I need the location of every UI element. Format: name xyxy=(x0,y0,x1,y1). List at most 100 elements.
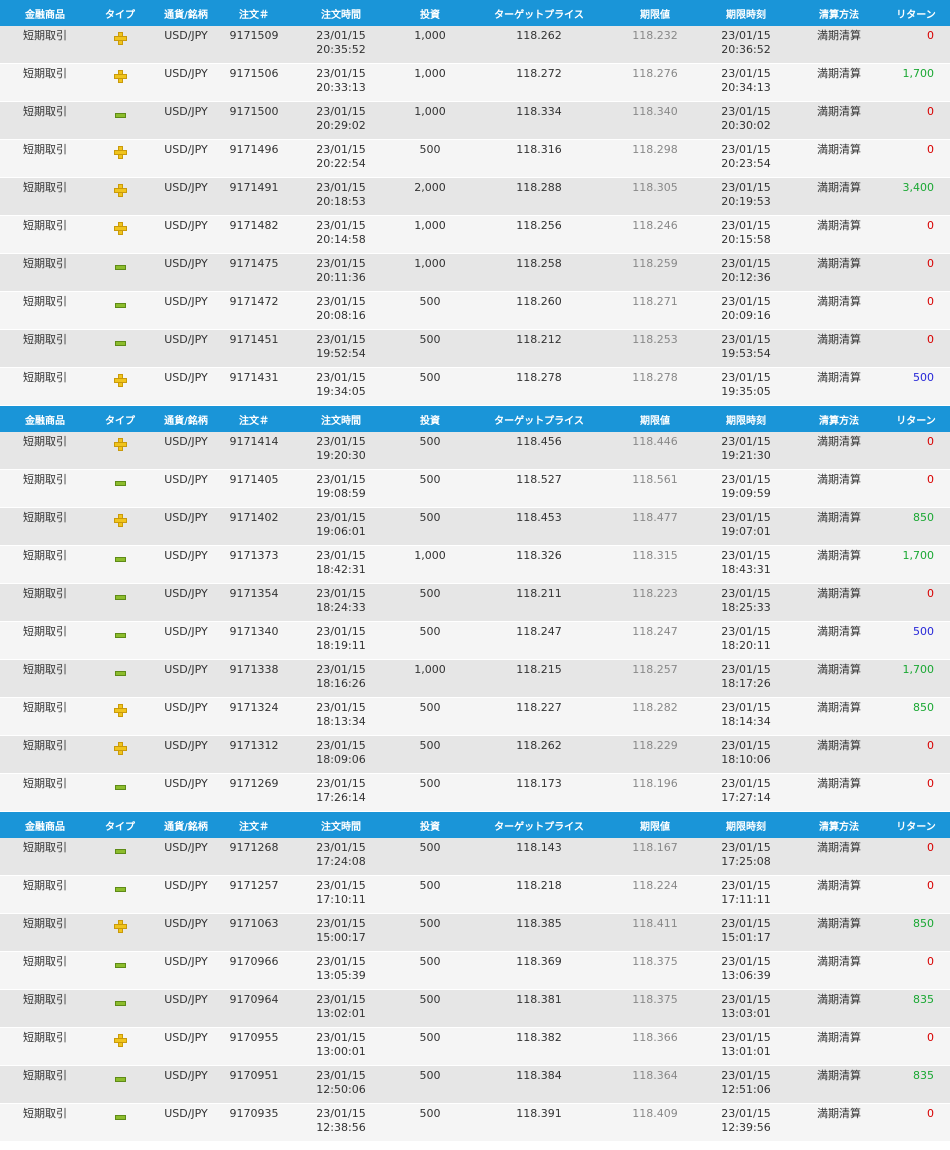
cell-expiry-time: 23/01/15 19:07:01 xyxy=(696,508,796,545)
cell-settlement: 満期清算 xyxy=(817,67,861,80)
table-row[interactable]: 短期取引 USD/JPY 9171472 23/01/15 20:08:16 500 118… xyxy=(0,292,950,330)
cell-order-time-clock: 12:50:06 xyxy=(316,1083,366,1096)
cell-expiry-time: 23/01/15 18:43:31 xyxy=(696,546,796,583)
cell-symbol: USD/JPY xyxy=(164,955,208,968)
cell-expiry-time-clock: 20:09:16 xyxy=(721,309,771,322)
table-row[interactable]: 短期取引 USD/JPY 9171414 23/01/15 19:20:30 500 118… xyxy=(0,432,950,470)
cell-symbol: USD/JPY xyxy=(164,295,208,308)
table-row[interactable]: 短期取引 USD/JPY 9171500 23/01/15 20:29:02 1,000 1… xyxy=(0,102,950,140)
cell-target-price: 118.326 xyxy=(516,549,562,562)
cell-type xyxy=(90,838,150,875)
table-row[interactable]: 短期取引 USD/JPY 9171482 23/01/15 20:14:58 1,000 1… xyxy=(0,216,950,254)
cell-expiry-time-clock: 18:17:26 xyxy=(721,677,771,690)
table-row[interactable]: 短期取引 USD/JPY 9171312 23/01/15 18:09:06 500 118… xyxy=(0,736,950,774)
table-row[interactable]: 短期取引 USD/JPY 9171405 23/01/15 19:08:59 500 118… xyxy=(0,470,950,508)
cell-order-time-date: 23/01/15 xyxy=(316,1069,366,1082)
cell-order-number: 9170955 xyxy=(229,1031,279,1044)
plus-icon xyxy=(113,1034,127,1047)
cell-product: 短期取引 xyxy=(23,549,67,562)
cell-investment: 500 xyxy=(419,371,441,384)
table-row[interactable]: 短期取引 USD/JPY 9171509 23/01/15 20:35:52 1,000 1… xyxy=(0,26,950,64)
header-symbol: 通貨/銘柄 xyxy=(164,415,208,427)
cell-target-price: 118.456 xyxy=(516,435,562,448)
table-row[interactable]: 短期取引 USD/JPY 9170935 23/01/15 12:38:56 500 118… xyxy=(0,1104,950,1142)
table-row[interactable]: 短期取引 USD/JPY 9171324 23/01/15 18:13:34 500 118… xyxy=(0,698,950,736)
header-expiry-value: 期限値 xyxy=(640,821,670,833)
cell-expiry-time: 23/01/15 20:15:58 xyxy=(696,216,796,253)
table-row[interactable]: 短期取引 USD/JPY 9171340 23/01/15 18:19:11 500 118… xyxy=(0,622,950,660)
cell-return: 0 xyxy=(927,841,934,854)
header-target-price: ターゲットプライス xyxy=(494,415,584,427)
cell-expiry-time-clock: 20:23:54 xyxy=(721,157,771,170)
cell-type xyxy=(90,698,150,735)
table-row[interactable]: 短期取引 USD/JPY 9171402 23/01/15 19:06:01 500 118… xyxy=(0,508,950,546)
cell-settlement: 満期清算 xyxy=(817,739,861,752)
cell-type xyxy=(90,64,150,101)
cell-type xyxy=(90,622,150,659)
table-row[interactable]: 短期取引 USD/JPY 9171269 23/01/15 17:26:14 500 118… xyxy=(0,774,950,812)
cell-expiry-time-date: 23/01/15 xyxy=(721,181,771,194)
cell-order-time: 23/01/15 13:00:01 xyxy=(286,1028,396,1065)
cell-return: 1,700 xyxy=(902,549,935,562)
plus-icon xyxy=(113,32,127,45)
cell-order-time-date: 23/01/15 xyxy=(316,257,366,270)
cell-symbol: USD/JPY xyxy=(164,511,208,524)
cell-expiry-time-date: 23/01/15 xyxy=(721,587,771,600)
cell-investment: 500 xyxy=(419,701,441,714)
cell-expiry-time-clock: 15:01:17 xyxy=(721,931,771,944)
table-row[interactable]: 短期取引 USD/JPY 9170955 23/01/15 13:00:01 500 118… xyxy=(0,1028,950,1066)
cell-order-time-date: 23/01/15 xyxy=(316,181,366,194)
cell-product: 短期取引 xyxy=(23,1031,67,1044)
cell-return: 0 xyxy=(927,739,934,752)
cell-order-time-clock: 20:29:02 xyxy=(316,119,366,132)
cell-expiry-time-clock: 17:11:11 xyxy=(721,893,771,906)
table-row[interactable]: 短期取引 USD/JPY 9171063 23/01/15 15:00:17 500 118… xyxy=(0,914,950,952)
cell-order-time-clock: 17:26:14 xyxy=(316,791,366,804)
table-row[interactable]: 短期取引 USD/JPY 9171496 23/01/15 20:22:54 500 118… xyxy=(0,140,950,178)
cell-product: 短期取引 xyxy=(23,371,67,384)
table-row[interactable]: 短期取引 USD/JPY 9171354 23/01/15 18:24:33 500 118… xyxy=(0,584,950,622)
cell-order-number: 9171340 xyxy=(229,625,279,638)
cell-type xyxy=(90,26,150,63)
cell-return: 835 xyxy=(913,993,934,1006)
table-row[interactable]: 短期取引 USD/JPY 9170966 23/01/15 13:05:39 500 118… xyxy=(0,952,950,990)
cell-expiry-value: 118.305 xyxy=(632,181,678,194)
table-row[interactable]: 短期取引 USD/JPY 9171373 23/01/15 18:42:31 1,000 1… xyxy=(0,546,950,584)
header-product: 金融商品 xyxy=(25,415,65,427)
table-row[interactable]: 短期取引 USD/JPY 9171451 23/01/15 19:52:54 500 118… xyxy=(0,330,950,368)
table-row[interactable]: 短期取引 USD/JPY 9171506 23/01/15 20:33:13 1,000 1… xyxy=(0,64,950,102)
table-row[interactable]: 短期取引 USD/JPY 9171475 23/01/15 20:11:36 1,000 1… xyxy=(0,254,950,292)
cell-target-price: 118.278 xyxy=(516,371,562,384)
cell-order-time: 23/01/15 20:18:53 xyxy=(286,178,396,215)
cell-order-number: 9171475 xyxy=(229,257,279,270)
cell-order-number: 9171324 xyxy=(229,701,279,714)
cell-type xyxy=(90,508,150,545)
cell-expiry-value: 118.247 xyxy=(632,625,678,638)
cell-investment: 1,000 xyxy=(414,257,446,270)
cell-expiry-time: 23/01/15 19:21:30 xyxy=(696,432,796,469)
cell-expiry-time-date: 23/01/15 xyxy=(721,143,771,156)
cell-product: 短期取引 xyxy=(23,473,67,486)
cell-settlement: 満期清算 xyxy=(817,917,861,930)
table-row[interactable]: 短期取引 USD/JPY 9171491 23/01/15 20:18:53 2,000 1… xyxy=(0,178,950,216)
header-expiry-time: 期限時刻 xyxy=(726,821,766,833)
table-row[interactable]: 短期取引 USD/JPY 9171268 23/01/15 17:24:08 500 118… xyxy=(0,838,950,876)
cell-expiry-value: 118.196 xyxy=(632,777,678,790)
cell-expiry-time-date: 23/01/15 xyxy=(721,371,771,384)
table-row[interactable]: 短期取引 USD/JPY 9171431 23/01/15 19:34:05 500 118… xyxy=(0,368,950,406)
cell-return: 0 xyxy=(927,257,934,270)
header-expiry-time: 期限時刻 xyxy=(726,9,766,21)
table-row[interactable]: 短期取引 USD/JPY 9171257 23/01/15 17:10:11 500 118… xyxy=(0,876,950,914)
cell-expiry-time: 23/01/15 13:06:39 xyxy=(696,952,796,989)
table-row[interactable]: 短期取引 USD/JPY 9170964 23/01/15 13:02:01 500 118… xyxy=(0,990,950,1028)
minus-icon xyxy=(114,785,126,790)
cell-type xyxy=(90,368,150,405)
cell-expiry-time: 23/01/15 12:39:56 xyxy=(696,1104,796,1141)
plus-icon xyxy=(113,438,127,451)
cell-expiry-value: 118.259 xyxy=(632,257,678,270)
table-row[interactable]: 短期取引 USD/JPY 9170951 23/01/15 12:50:06 500 118… xyxy=(0,1066,950,1104)
cell-order-time: 23/01/15 18:42:31 xyxy=(286,546,396,583)
cell-order-time: 23/01/15 20:14:58 xyxy=(286,216,396,253)
table-row[interactable]: 短期取引 USD/JPY 9171338 23/01/15 18:16:26 1,000 1… xyxy=(0,660,950,698)
cell-target-price: 118.272 xyxy=(516,67,562,80)
